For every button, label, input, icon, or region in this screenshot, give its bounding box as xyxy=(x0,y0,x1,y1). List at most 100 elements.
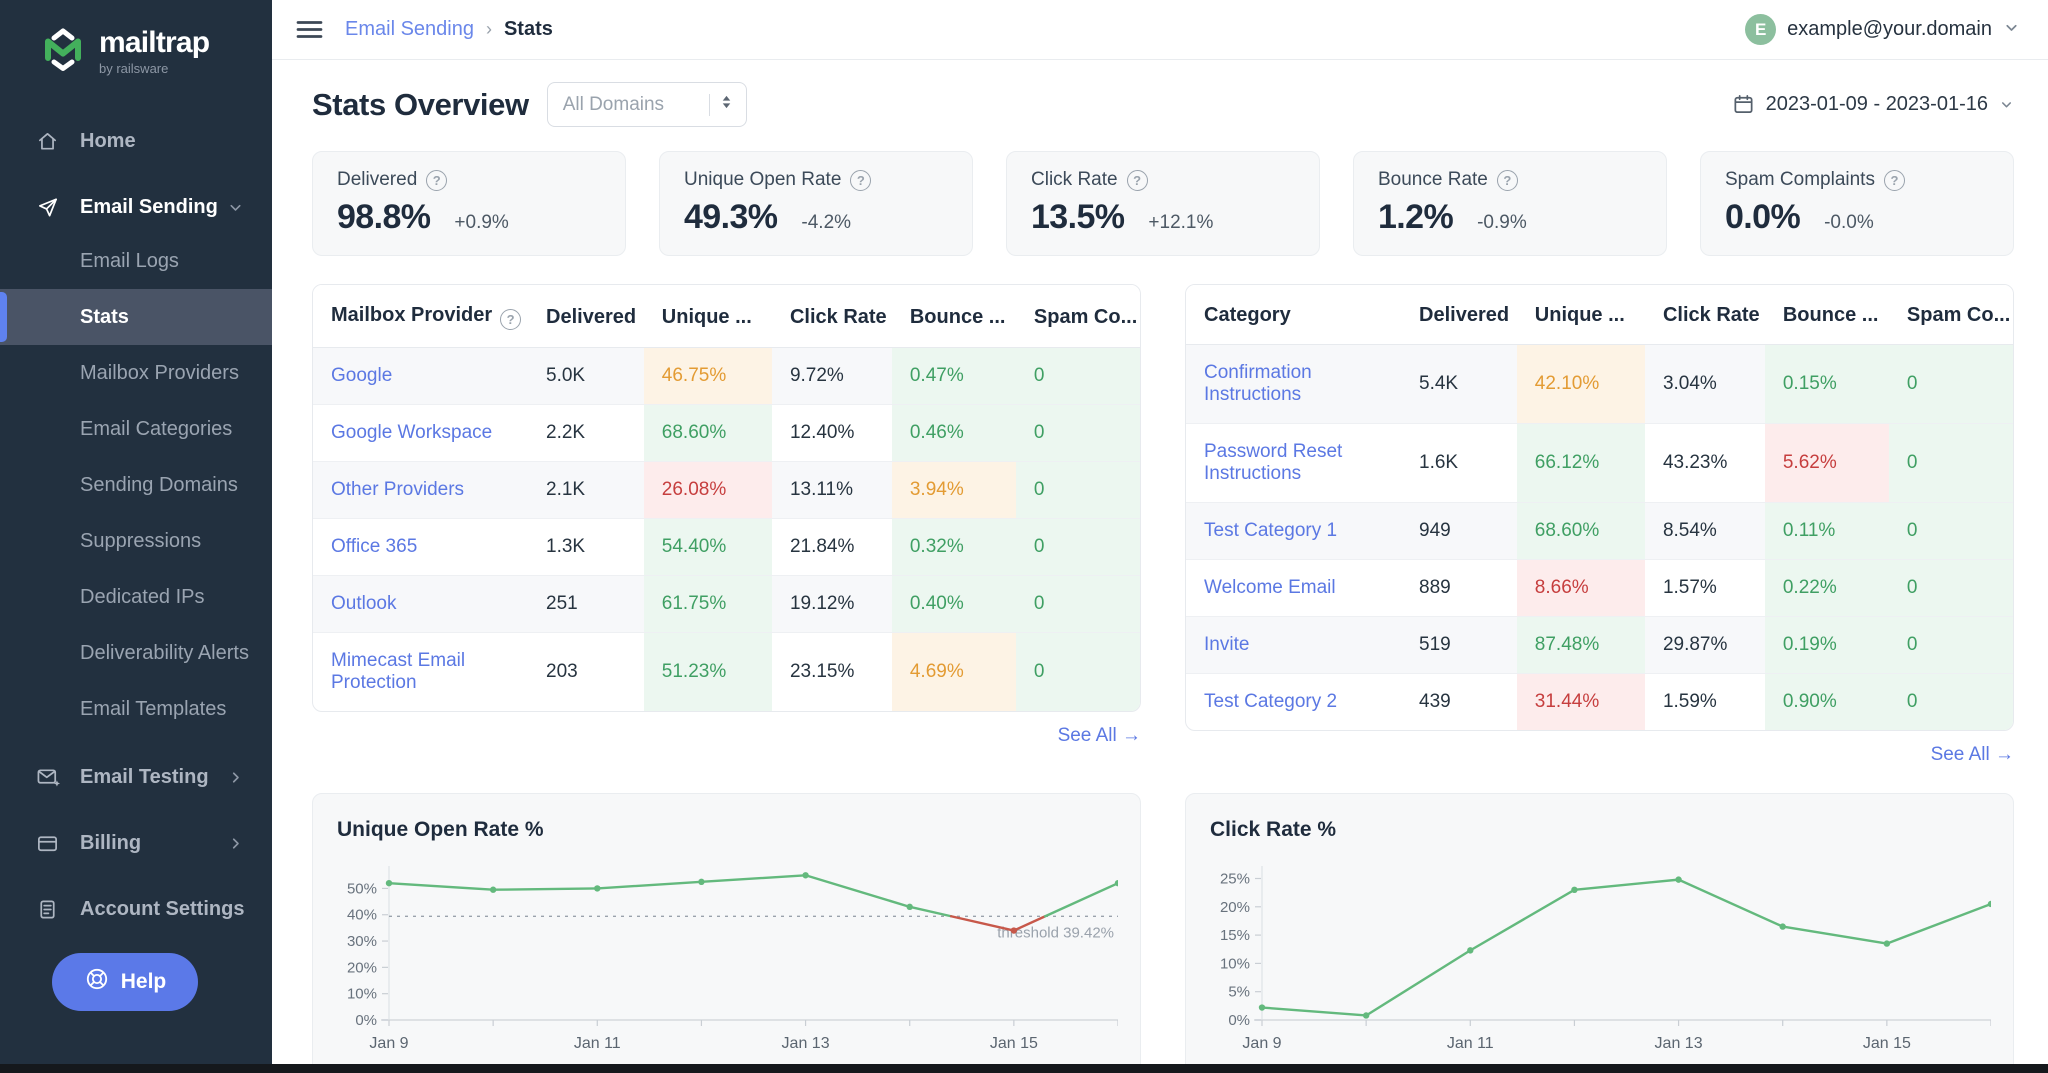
sidebar-item-email-sending[interactable]: Email Sending xyxy=(0,181,272,233)
cell-value: 46.75% xyxy=(643,348,772,405)
sidebar-item-email-logs[interactable]: Email Logs xyxy=(0,233,272,289)
cell-value: 8.54% xyxy=(1644,503,1765,560)
cell-name: Invite xyxy=(1186,617,1402,674)
cell-value: 1.6K xyxy=(1401,424,1517,503)
sidebar-item-label: Email Categories xyxy=(80,417,233,440)
page-title: Stats Overview xyxy=(312,86,529,122)
sidebar-item-stats[interactable]: Stats xyxy=(0,289,272,345)
sidebar-item-email-testing[interactable]: Email Testing xyxy=(0,751,272,803)
sidebar-item-mailbox-providers[interactable]: Mailbox Providers xyxy=(0,345,272,401)
cell-value: 13.11% xyxy=(771,462,892,519)
cell-value: 0.40% xyxy=(891,576,1016,633)
cell-value: 29.87% xyxy=(1644,617,1765,674)
column-header-unique: Unique ... xyxy=(1516,285,1645,345)
stat-card-unique-open-rate: Unique Open Rate? 49.3% -4.2% xyxy=(659,151,973,256)
table-row: Invite 519 87.48% 29.87% 0.19% 0 xyxy=(1186,617,2013,674)
sidebar-item-label: Deliverability Alerts xyxy=(80,641,249,664)
svg-text:15%: 15% xyxy=(1220,927,1250,944)
row-link-test-category-1[interactable]: Test Category 1 xyxy=(1204,520,1337,541)
stat-card-label: Click Rate xyxy=(1031,169,1118,190)
hamburger-menu-icon[interactable] xyxy=(296,19,323,40)
stat-card-label: Spam Complaints xyxy=(1725,169,1875,190)
row-link-password-reset-instructions[interactable]: Password Reset Instructions xyxy=(1204,441,1342,484)
sidebar-item-home[interactable]: Home xyxy=(0,115,272,167)
table-header-row: Category Delivered Unique ... Click Rate Bou… xyxy=(1186,285,2013,345)
cell-value: 19.12% xyxy=(771,576,892,633)
help-circle-icon[interactable]: ? xyxy=(426,169,448,191)
row-link-google-workspace[interactable]: Google Workspace xyxy=(331,422,492,443)
cell-value: 5.0K xyxy=(528,348,644,405)
table-row: Office 365 1.3K 54.40% 21.84% 0.32% 0 xyxy=(313,519,1140,576)
date-range-picker[interactable]: 2023-01-09 - 2023-01-16 xyxy=(1732,93,2014,116)
sidebar-item-suppressions[interactable]: Suppressions xyxy=(0,513,272,569)
row-link-google[interactable]: Google xyxy=(331,365,392,386)
cell-value: 3.04% xyxy=(1644,345,1765,424)
account-menu[interactable]: E example@your.domain xyxy=(1745,14,2020,45)
row-link-invite[interactable]: Invite xyxy=(1204,634,1249,655)
help-circle-icon[interactable]: ? xyxy=(850,169,872,191)
stat-cards-row: Delivered? 98.8% +0.9% Unique Open Rate? 49.… xyxy=(312,151,2014,256)
svg-text:20%: 20% xyxy=(347,959,377,976)
table-row: Mimecast Email Protection 203 51.23% 23.15%… xyxy=(313,633,1140,711)
row-link-test-category-2[interactable]: Test Category 2 xyxy=(1204,691,1337,712)
sidebar-item-sending-domains[interactable]: Sending Domains xyxy=(0,457,272,513)
row-link-office-365[interactable]: Office 365 xyxy=(331,536,417,557)
column-header-spam-co: Spam Co... xyxy=(1015,285,1140,348)
breadcrumb-separator: › xyxy=(485,19,492,39)
help-circle-icon[interactable]: ? xyxy=(1496,169,1518,191)
sidebar-item-label: Stats xyxy=(80,305,129,328)
cell-value: 439 xyxy=(1419,691,1451,712)
cell-name: Welcome Email xyxy=(1186,560,1402,617)
row-link-welcome-email[interactable]: Welcome Email xyxy=(1204,577,1336,598)
see-all-categories-link[interactable]: See All → xyxy=(1931,744,2014,765)
svg-text:5%: 5% xyxy=(1228,984,1250,1001)
domain-select[interactable]: All Domains xyxy=(546,82,747,127)
help-circle-icon[interactable]: ? xyxy=(1883,169,1905,191)
breadcrumb-current: Stats xyxy=(503,18,553,40)
cell-value: 61.75% xyxy=(643,576,772,633)
column-header-category: Category xyxy=(1186,285,1402,345)
sidebar-item-label: Sending Domains xyxy=(80,473,238,496)
column-header-click-rate: Click Rate xyxy=(1644,285,1765,345)
mailtrap-logo-icon xyxy=(40,24,86,79)
help-circle-icon[interactable]: ? xyxy=(500,309,522,330)
stat-card-delta: -0.0% xyxy=(1824,212,1874,233)
content: Stats Overview All Domains 2023-01-09 - … xyxy=(272,82,2048,1073)
cell-value: 0 xyxy=(1015,348,1140,405)
active-indicator xyxy=(0,292,7,342)
breadcrumb-email-sending[interactable]: Email Sending xyxy=(345,18,474,41)
sidebar-item-label: Email Logs xyxy=(80,249,179,272)
stat-card-bounce-rate: Bounce Rate? 1.2% -0.9% xyxy=(1353,151,1667,256)
see-all-row: See All → xyxy=(1185,744,2014,766)
column-header-unique: Unique ... xyxy=(643,285,772,348)
help-button[interactable]: Help xyxy=(52,953,198,1011)
svg-text:Jan 11: Jan 11 xyxy=(1447,1035,1494,1052)
click-rate-chart: 0% 5% 10% 15% 20% 25% Jan 9 Jan 11 Jan 13 Jan 15 xyxy=(1220,866,1991,1052)
table-row: Outlook 251 61.75% 19.12% 0.40% 0 xyxy=(313,576,1140,633)
sidebar-item-account-settings[interactable]: Account Settings xyxy=(0,883,272,935)
sidebar-item-deliverability-alerts[interactable]: Deliverability Alerts xyxy=(0,625,272,681)
sidebar-item-label: Home xyxy=(80,129,136,152)
select-divider xyxy=(708,93,710,116)
cell-value: 42.10% xyxy=(1516,345,1645,424)
sidebar-item-email-categories[interactable]: Email Categories xyxy=(0,401,272,457)
chevron-down-icon xyxy=(227,199,244,216)
cell-value: 2.1K xyxy=(528,462,644,519)
mailbox-provider-table: Mailbox Provider? Delivered Unique ... Clic… xyxy=(312,284,1141,712)
mailtrap-logo[interactable]: mailtrap by railsware xyxy=(0,0,272,79)
row-link-confirmation-instructions[interactable]: Confirmation Instructions xyxy=(1204,362,1312,405)
help-circle-icon[interactable]: ? xyxy=(1126,169,1148,191)
row-link-other-providers[interactable]: Other Providers xyxy=(331,479,464,500)
sidebar-item-dedicated-ips[interactable]: Dedicated IPs xyxy=(0,569,272,625)
sidebar-nav: Home Email Sending Email Logs Stats Mailbox … xyxy=(0,115,272,935)
row-link-outlook[interactable]: Outlook xyxy=(331,593,396,614)
see-all-providers-link[interactable]: See All → xyxy=(1058,725,1141,746)
row-link-mimecast-email-protection[interactable]: Mimecast Email Protection xyxy=(331,650,465,693)
sidebar-item-email-templates[interactable]: Email Templates xyxy=(0,681,272,737)
sidebar-item-label: Email Testing xyxy=(80,765,209,788)
table-row: Password Reset Instructions 1.6K 66.12% 43.… xyxy=(1186,424,2013,503)
cell-name: Other Providers xyxy=(313,462,529,519)
sidebar-item-billing[interactable]: Billing xyxy=(0,817,272,869)
lifebuoy-icon xyxy=(84,966,110,998)
click-rate-chart-card: Click Rate % 0% 5% 10% 15% 20% 25% Jan 9 Jan 11… xyxy=(1185,793,2014,1073)
